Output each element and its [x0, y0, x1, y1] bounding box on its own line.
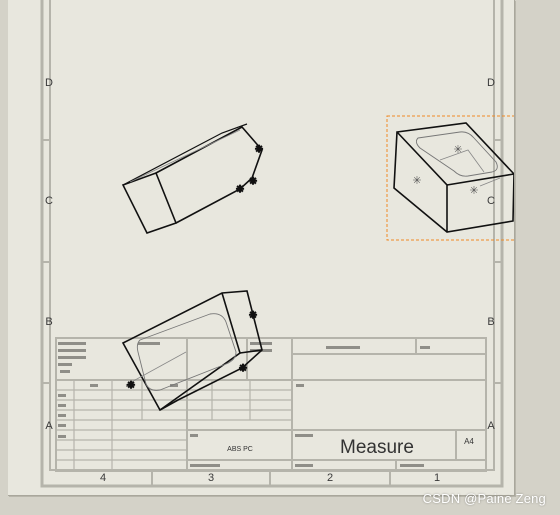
zone-row-label: A — [45, 420, 53, 432]
drawing-sheet[interactable]: D C B A D B A 4 3 2 1 ABS PC Measure A4 … — [8, 0, 515, 496]
zone-row-label: C — [487, 195, 495, 207]
title-block — [55, 337, 487, 472]
sketch-point-icon: ✳ — [249, 310, 257, 320]
sketch-point-icon: ✳ — [255, 144, 263, 154]
sketch-point-icon: ✳ — [127, 380, 135, 390]
watermark: CSDN @Paine Zeng — [422, 491, 546, 506]
zone-row-label: B — [45, 316, 52, 328]
sheet-border — [40, 0, 504, 488]
zone-column-label: 4 — [100, 472, 106, 484]
zone-column-label: 2 — [327, 472, 333, 484]
sketch-point-icon: ✳ — [236, 184, 244, 194]
drawing-canvas[interactable]: D C B A D B A 4 3 2 1 ABS PC Measure A4 … — [8, 0, 514, 495]
sheet-size: A4 — [464, 437, 474, 446]
zone-ticks — [42, 139, 502, 486]
zone-row-label: A — [487, 420, 495, 432]
zone-row-label: D — [487, 77, 495, 89]
drawing-view-bottom[interactable]: ✳ ✳ ✳ — [121, 290, 263, 412]
sketch-point-icon: ✳ — [239, 363, 247, 373]
zone-row-label: B — [487, 316, 494, 328]
sketch-point-icon: ✳ — [412, 175, 421, 187]
zone-row-label: D — [45, 77, 53, 89]
zone-column-label: 3 — [208, 472, 214, 484]
drawing-view-top-left[interactable]: ✳ ✳ ✳ — [121, 123, 264, 234]
sketch-point-icon: ✳ — [453, 144, 462, 156]
zone-row-label: C — [45, 195, 53, 207]
drawing-title: Measure — [340, 437, 414, 458]
material-field: ABS PC — [227, 446, 253, 453]
sketch-point-icon: ✳ — [249, 176, 257, 186]
sketch-point-icon: ✳ — [469, 185, 478, 197]
zone-column-label: 1 — [434, 472, 440, 484]
